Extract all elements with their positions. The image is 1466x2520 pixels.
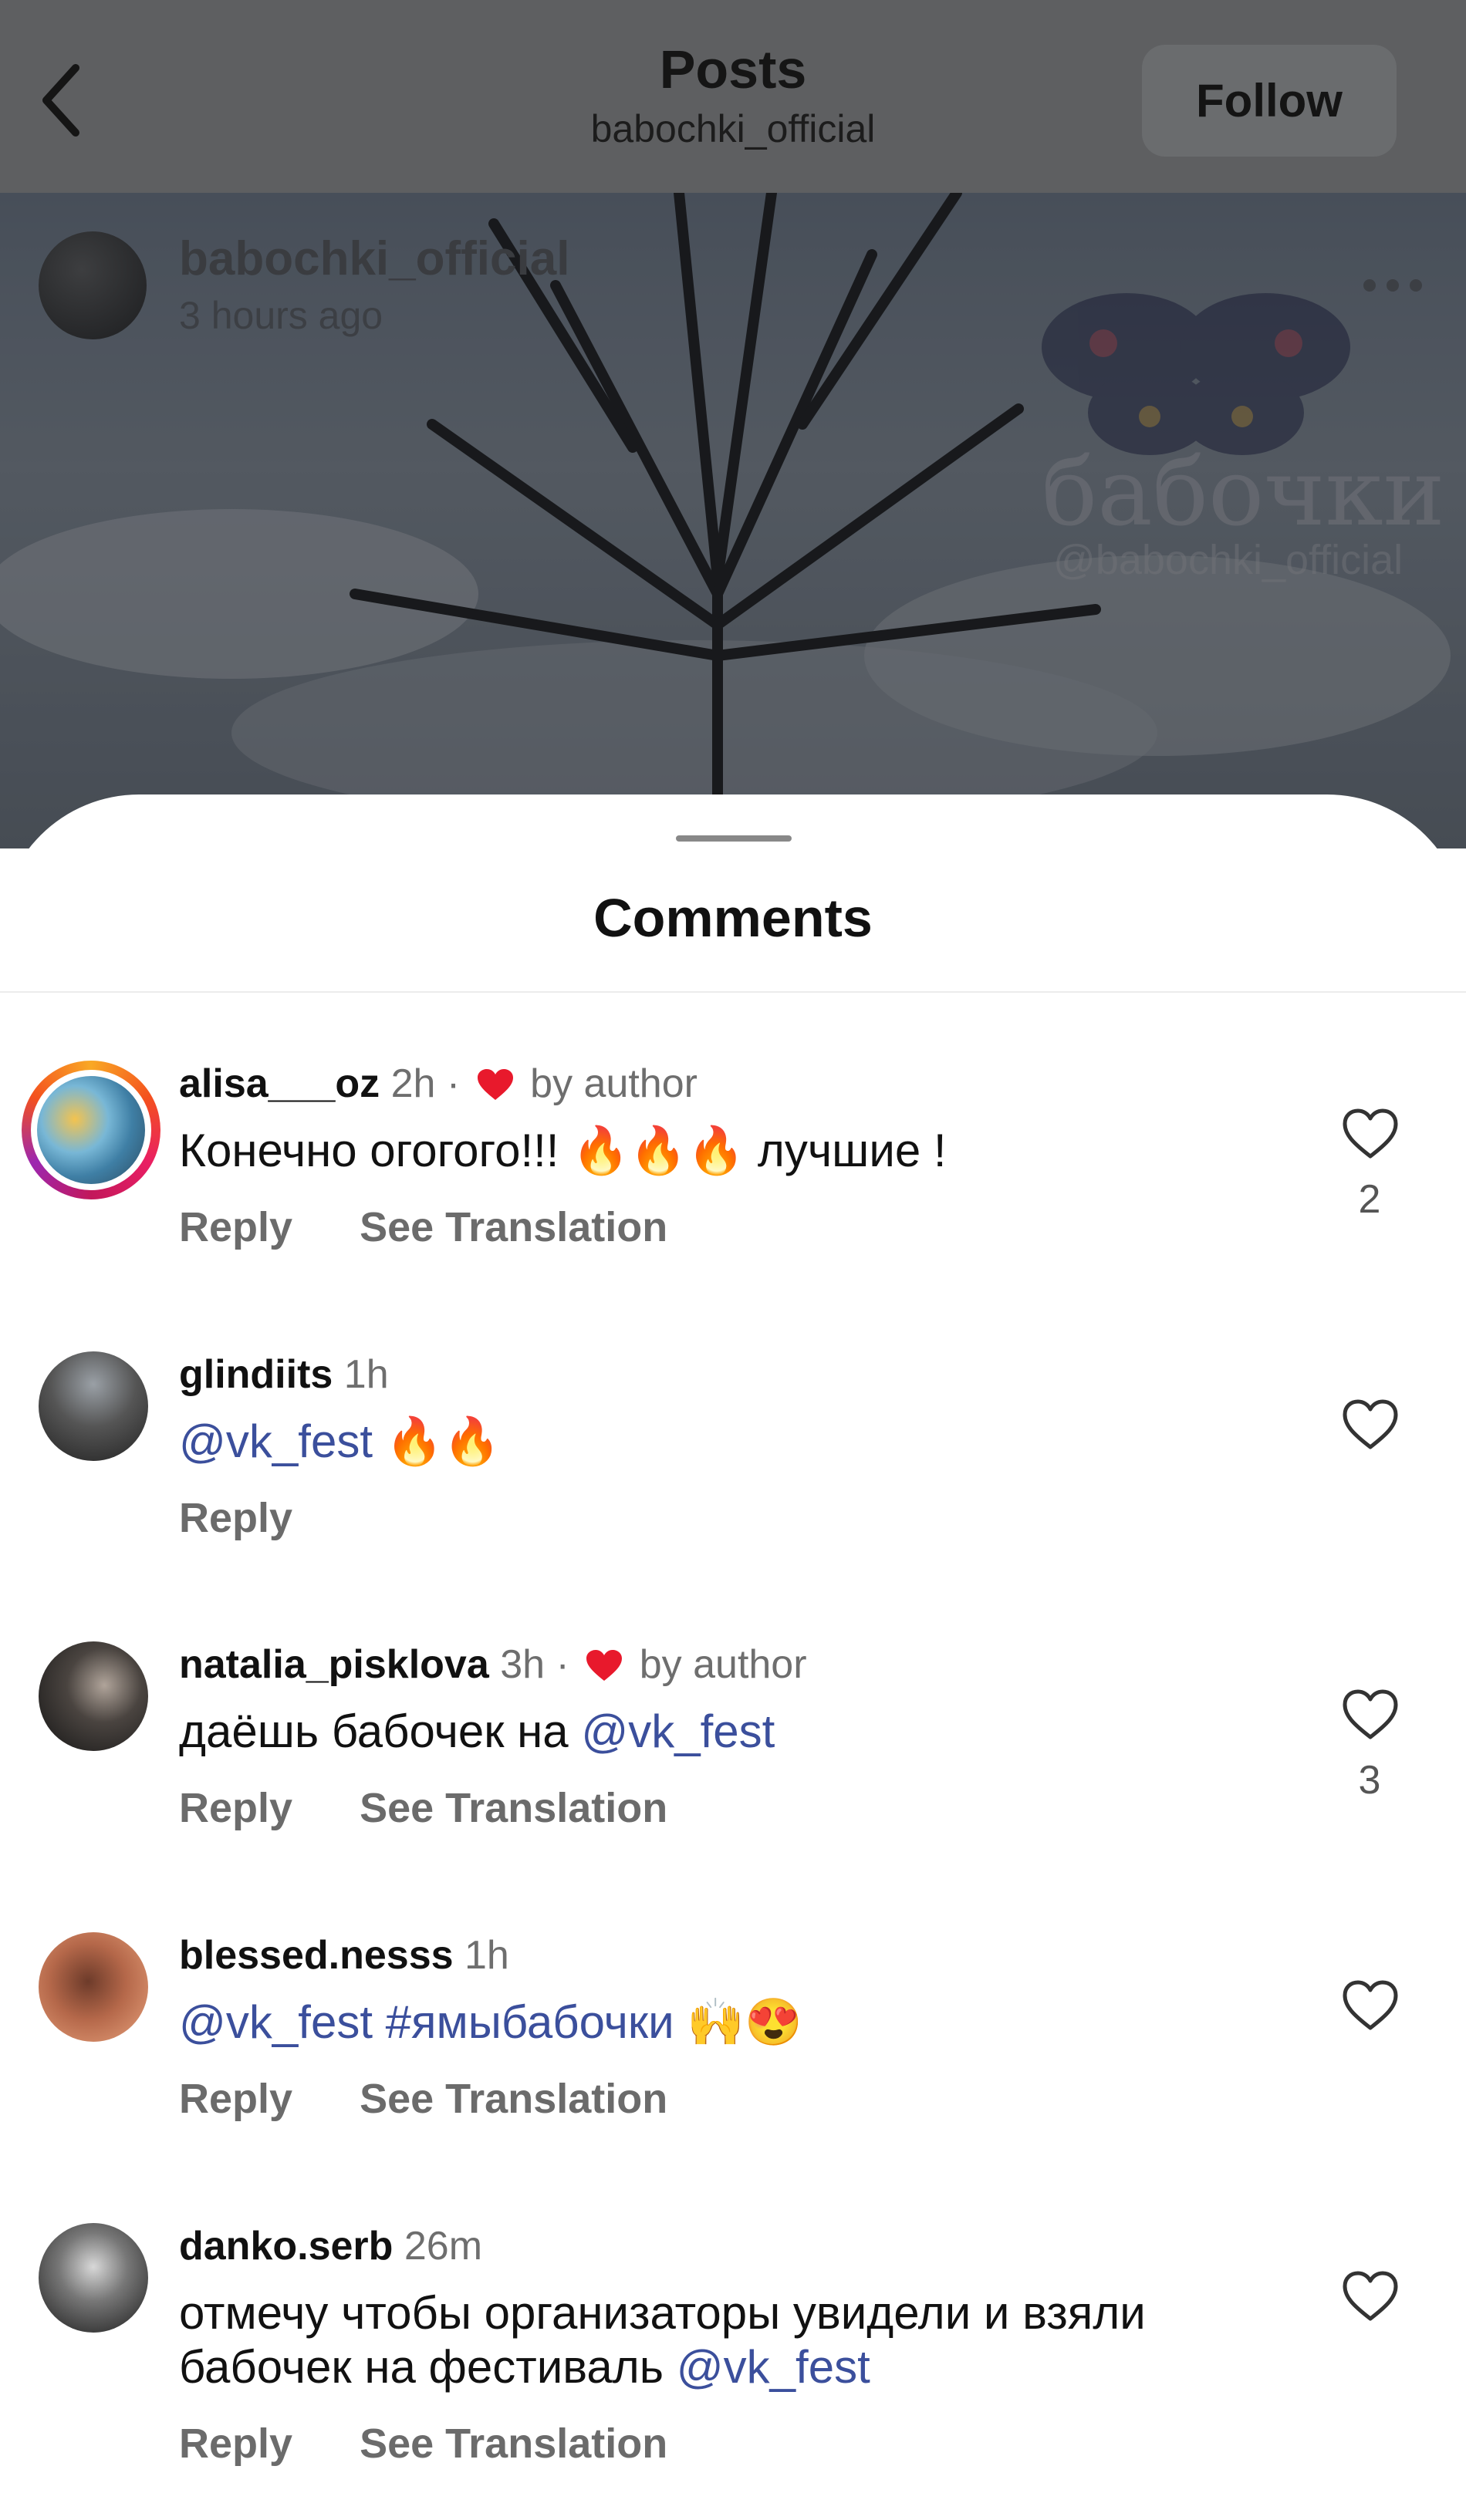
comment-time: 1h (464, 1933, 509, 1978)
see-translation-button[interactable]: See Translation (360, 2420, 667, 2467)
mention-link[interactable]: @vk_fest (581, 1705, 775, 1757)
reply-button[interactable]: Reply (179, 1495, 292, 1541)
heart-outline-icon[interactable] (1341, 1107, 1400, 1161)
comment-username[interactable]: blessed.nesss (179, 1933, 454, 1978)
comment-time: 1h (343, 1352, 389, 1397)
comment-text-line: @vk_fest 🔥🔥 (179, 1415, 501, 1469)
liked-by-author-label: by author (530, 1061, 698, 1106)
comment-actions: Reply See Translation (179, 1784, 723, 1832)
author-name[interactable]: babochki_official (179, 231, 569, 286)
mention-link[interactable]: @vk_fest #ямыбабочки (179, 1996, 674, 2048)
comments-title: Comments (593, 888, 873, 948)
avatar[interactable] (39, 1641, 148, 1751)
comment-time: 3h · (500, 1642, 569, 1687)
comment-header: natalia_pisklova 3h · by author (179, 1641, 807, 1688)
comment-actions: Reply See Translation (179, 2420, 723, 2468)
comment-header: blessed.nesss 1h (179, 1932, 509, 1979)
avatar[interactable] (39, 2223, 148, 2333)
comment-text-block: отмечу чтобы организаторы увидели и взял… (179, 2286, 1146, 2394)
author-avatar[interactable] (39, 231, 147, 339)
liked-by-author-label: by author (639, 1642, 807, 1687)
comment-time: 26m (404, 2224, 483, 2269)
comment-username[interactable]: glindiits (179, 1352, 333, 1397)
see-translation-button[interactable]: See Translation (360, 2076, 667, 2122)
heart-outline-icon[interactable] (1341, 2269, 1400, 2323)
comment-header: glindiits 1h (179, 1351, 389, 1398)
comment-text-line: бабочек на фестиваль @vk_fest (179, 2340, 1146, 2394)
comment-text-line: @vk_fest #ямыбабочки 🙌😍 (179, 1995, 802, 2049)
like-count: 2 (1358, 1177, 1381, 1222)
post-time: 3 hours ago (179, 294, 383, 337)
heart-filled-icon (477, 1069, 513, 1100)
comment-text: Конечно огогого!!! 🔥🔥🔥 лучшие ! (179, 1125, 947, 1176)
comment-text: бабочек на фестиваль (179, 2341, 677, 2393)
comment-username[interactable]: natalia_pisklova (179, 1642, 489, 1687)
heart-outline-icon[interactable] (1341, 1688, 1400, 1742)
reply-button[interactable]: Reply (179, 1204, 292, 1250)
comment-actions: Reply See Translation (179, 2075, 723, 2123)
comment-actions: Reply See Translation (179, 1203, 723, 1251)
comment-text-line: даёшь бабочек на @vk_fest (179, 1705, 775, 1759)
reply-button[interactable]: Reply (179, 2076, 292, 2122)
like-count: 3 (1358, 1758, 1381, 1803)
sheet-grabber[interactable] (676, 835, 792, 842)
heart-outline-icon[interactable] (1341, 1398, 1400, 1452)
avatar[interactable] (39, 1932, 148, 2042)
see-translation-button[interactable]: See Translation (360, 1204, 667, 1250)
follow-button[interactable]: Follow (1142, 45, 1397, 157)
comment-header: danko.serb 26m (179, 2223, 482, 2269)
comment-text: 🙌😍 (674, 1996, 802, 2048)
comment-username[interactable]: danko.serb (179, 2224, 393, 2269)
post-author-row: babochki_official 3 hours ago (39, 231, 1427, 347)
divider (0, 991, 1466, 993)
comment-actions: Reply (179, 1494, 348, 1542)
reply-button[interactable]: Reply (179, 2420, 292, 2467)
comment-text: отмечу чтобы организаторы увидели и взял… (179, 2287, 1146, 2339)
comment-header: alisa___oz 2h · by author (179, 1061, 698, 1107)
post-background: бабочки @babochki_official Posts babochk… (0, 0, 1466, 848)
heart-filled-icon (586, 1650, 623, 1681)
top-bar: Posts babochki_official Follow (0, 0, 1466, 193)
comment-username[interactable]: alisa___oz (179, 1061, 380, 1106)
mention-link[interactable]: @vk_fest (677, 2341, 870, 2393)
comment-text: даёшь бабочек на (179, 1705, 582, 1757)
ellipsis-icon[interactable] (1358, 274, 1427, 297)
reply-button[interactable]: Reply (179, 1785, 292, 1831)
comment-text: 🔥🔥 (373, 1415, 502, 1467)
avatar[interactable] (39, 1351, 148, 1461)
heart-outline-icon[interactable] (1341, 1979, 1400, 2033)
avatar[interactable] (22, 1061, 160, 1199)
mention-link[interactable]: @vk_fest (179, 1415, 373, 1467)
comments-sheet: Comments alisa___oz 2h · by author Конеч… (0, 794, 1466, 2520)
see-translation-button[interactable]: See Translation (360, 1785, 667, 1831)
comment-time: 2h · (390, 1061, 461, 1106)
